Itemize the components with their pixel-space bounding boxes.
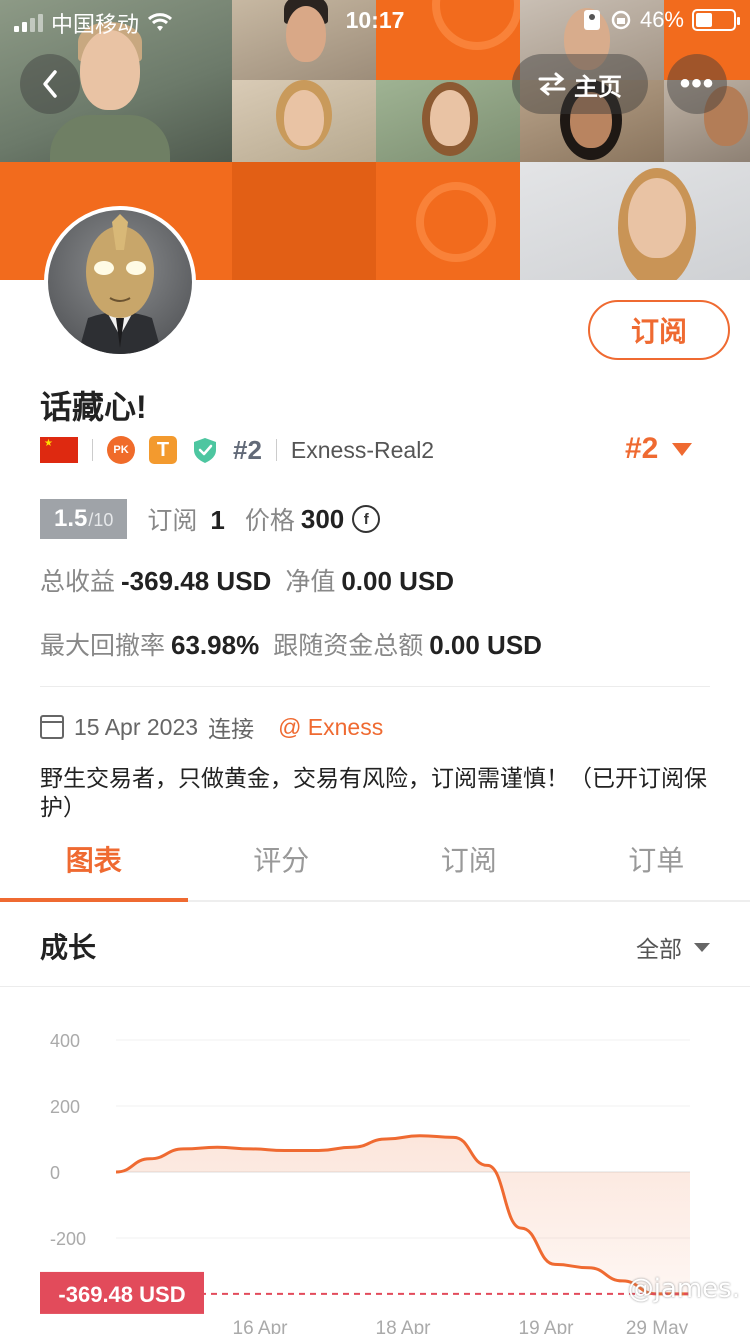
- section-title: 成长: [40, 932, 97, 963]
- tab-orders[interactable]: 订单: [563, 824, 750, 900]
- watermark: @james.: [627, 1274, 740, 1304]
- subscribers-label: 订阅: [147, 507, 198, 535]
- x-tick-label: 16 Apr: [233, 1318, 289, 1334]
- stats-row-3: 最大回撤率 63.98% 跟随资金总额 0.00 USD: [40, 626, 542, 662]
- t-badge-icon[interactable]: T: [149, 436, 177, 464]
- connection-date: 15 Apr 2023: [74, 713, 199, 740]
- stats-row-2: 总收益 -369.48 USD 净值 0.00 USD: [40, 562, 454, 598]
- home-label: 主页: [574, 73, 622, 101]
- range-filter-label: 全部: [636, 936, 682, 962]
- divider: [0, 986, 750, 987]
- score-badge: 1.5 /10: [40, 499, 128, 539]
- separator: [92, 439, 93, 461]
- coin-icon: f: [352, 505, 381, 533]
- tab-bar: 图表 评分 订阅 订单: [0, 824, 750, 902]
- equity: 净值 0.00 USD: [285, 562, 454, 598]
- more-icon: •••: [679, 67, 715, 100]
- price-value: 300: [300, 503, 345, 534]
- range-filter-dropdown[interactable]: 全部: [636, 930, 710, 964]
- battery-icon: [692, 9, 740, 31]
- banner-photo-shirt: [50, 115, 170, 162]
- banner-photo-face: [628, 178, 686, 258]
- x-tick-label: 18 Apr: [376, 1318, 432, 1334]
- y-tick-label: 200: [50, 1097, 80, 1117]
- x-tick-label: 19 Apr: [519, 1318, 575, 1334]
- banner-photo-face: [284, 90, 324, 146]
- tab-chart[interactable]: 图表: [0, 824, 188, 902]
- broker-link[interactable]: @ Exness: [278, 714, 383, 741]
- rotation-lock-icon: [611, 10, 631, 30]
- caret-down-icon: [694, 942, 710, 952]
- portrait-lock-icon: [583, 10, 600, 30]
- price-label: 价格: [244, 507, 295, 535]
- separator: [275, 439, 277, 461]
- caret-down-icon: [672, 442, 693, 456]
- chevron-left-icon: [43, 70, 57, 98]
- avatar[interactable]: [44, 206, 196, 358]
- banner-photo-face: [430, 90, 470, 146]
- connection-label: 连接: [208, 716, 255, 742]
- more-button[interactable]: •••: [667, 54, 727, 114]
- swap-icon: [538, 72, 566, 96]
- follow-total: 跟随资金总额 0.00 USD: [273, 626, 542, 662]
- divider: [40, 686, 710, 687]
- total-profit-label: 总收益: [40, 568, 116, 596]
- y-tick-label: 0: [50, 1163, 60, 1183]
- china-flag-icon: ★: [40, 437, 78, 463]
- follow-total-label: 跟随资金总额: [273, 632, 424, 660]
- tab-rating[interactable]: 评分: [188, 824, 376, 900]
- avatar-image: [78, 214, 162, 354]
- account-name: Exness-Real2: [290, 436, 435, 463]
- y-tick-label: -200: [50, 1229, 86, 1249]
- calendar-icon: [40, 715, 64, 739]
- verified-shield-icon[interactable]: [191, 436, 219, 464]
- pk-badge-icon[interactable]: PK: [107, 436, 135, 464]
- trader-bio: 野生交易者，只做黄金，交易有风险，订阅需谨慎！（已开订阅保护）: [40, 765, 707, 820]
- stats-row-1: 1.5 /10 订阅 1 价格 300 f: [40, 498, 381, 540]
- status-right: 46%: [582, 7, 740, 33]
- subscribe-button[interactable]: 订阅: [588, 300, 730, 360]
- trader-name: 话藏心!: [40, 389, 147, 425]
- total-profit: 总收益 -369.48 USD: [40, 562, 271, 598]
- score-total: /10: [88, 510, 114, 530]
- home-button[interactable]: 主页: [512, 54, 648, 114]
- equity-value: 0.00 USD: [341, 566, 455, 596]
- y-tick-label: 400: [50, 1031, 80, 1051]
- status-bar: 中国移动 10:17 46%: [0, 0, 750, 40]
- banner-photo: [232, 80, 376, 162]
- rank-dropdown[interactable]: #2: [625, 432, 693, 466]
- banner-photo: [520, 162, 750, 280]
- rank-label: #2: [233, 434, 262, 465]
- max-drawdown-value: 63.98%: [171, 630, 260, 660]
- back-button[interactable]: [20, 54, 80, 114]
- rank-value: #2: [625, 432, 659, 465]
- follow-total-value: 0.00 USD: [429, 630, 542, 660]
- connection-info: 15 Apr 2023 连接 @ Exness: [40, 710, 383, 744]
- price-stat: 价格 300 f: [244, 501, 381, 537]
- series-area: [116, 1135, 690, 1294]
- banner-orange-tile: [232, 162, 376, 280]
- x-tick-label: 29 May: [626, 1318, 689, 1334]
- banner-deco-circle: [416, 182, 496, 262]
- tab-subscription[interactable]: 订阅: [375, 824, 563, 900]
- total-profit-value: -369.48 USD: [121, 566, 272, 596]
- battery-percent: 46%: [639, 7, 684, 32]
- banner-orange-tile: [376, 162, 520, 280]
- equity-label: 净值: [285, 568, 336, 596]
- max-drawdown: 最大回撤率 63.98%: [40, 626, 259, 662]
- badge-row: ★ PK T #2 Exness-Real2: [40, 432, 434, 468]
- banner-photo-face: [80, 30, 140, 110]
- subscribers-stat: 订阅 1: [147, 501, 224, 537]
- score-value: 1.5: [54, 505, 88, 532]
- current-value-label: -369.48 USD: [58, 1282, 185, 1307]
- banner-photo: [376, 80, 520, 162]
- subscribers-count: 1: [210, 505, 225, 535]
- max-drawdown-label: 最大回撤率: [40, 632, 166, 660]
